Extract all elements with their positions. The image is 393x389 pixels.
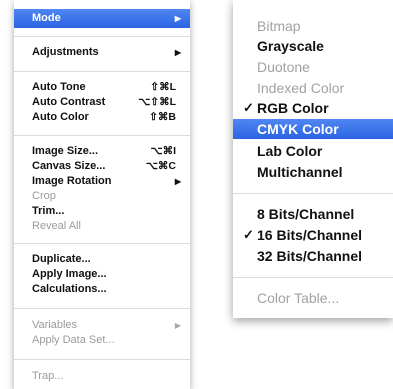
- menu-item-image-rotation[interactable]: Image Rotation ▶: [14, 174, 190, 189]
- menu-item-label: Apply Image...: [32, 268, 107, 280]
- submenu-item-16-bits[interactable]: ✓ 16 Bits/Channel: [233, 225, 393, 245]
- submenu-arrow-icon: ▶: [174, 14, 181, 23]
- menu-separator: [14, 71, 190, 72]
- menu-item-label: Apply Data Set...: [32, 334, 115, 346]
- menu-separator: [14, 359, 190, 360]
- keyboard-shortcut: ⇧⌘L: [150, 81, 176, 93]
- menu-item-label: Auto Contrast: [32, 96, 106, 108]
- submenu-item-grayscale[interactable]: Grayscale: [233, 36, 393, 56]
- submenu-item-rgb-color[interactable]: ✓ RGB Color: [233, 98, 393, 118]
- menu-item-apply-data-set[interactable]: Apply Data Set...: [14, 333, 190, 348]
- menu-item-adjustments[interactable]: Adjustments ▶: [14, 45, 190, 60]
- menu-separator: [233, 277, 393, 278]
- submenu-item-label: Color Table...: [257, 290, 340, 306]
- menu-separator: [14, 308, 190, 309]
- menu-separator: [14, 36, 190, 37]
- menu-item-label: Trap...: [32, 370, 64, 382]
- keyboard-shortcut: ⌥⌘C: [145, 160, 176, 172]
- menu-item-label: Image Size...: [32, 145, 99, 157]
- menu-item-label: Auto Color: [32, 111, 89, 123]
- menu-item-label: Duplicate...: [32, 253, 91, 265]
- checkmark-icon: ✓: [243, 227, 254, 242]
- submenu-item-label: Duotone: [257, 59, 310, 75]
- submenu-item-label: 8 Bits/Channel: [257, 206, 355, 222]
- menu-item-auto-contrast[interactable]: Auto Contrast ⌥⇧⌘L: [14, 95, 190, 110]
- menu-item-label: Trim...: [32, 205, 65, 217]
- submenu-item-cmyk-color[interactable]: CMYK Color: [233, 119, 393, 139]
- submenu-item-label: 32 Bits/Channel: [257, 248, 363, 264]
- menu-item-label: Mode: [32, 12, 61, 24]
- submenu-item-duotone[interactable]: Duotone: [233, 57, 393, 77]
- submenu-item-lab-color[interactable]: Lab Color: [233, 141, 393, 161]
- submenu-item-label: Bitmap: [257, 18, 301, 34]
- submenu-item-label: RGB Color: [257, 100, 329, 116]
- submenu-item-indexed-color[interactable]: Indexed Color: [233, 78, 393, 98]
- submenu-item-label: 16 Bits/Channel: [257, 227, 363, 243]
- checkmark-icon: ✓: [243, 100, 254, 115]
- submenu-item-multichannel[interactable]: Multichannel: [233, 162, 393, 182]
- submenu-item-32-bits[interactable]: 32 Bits/Channel: [233, 246, 393, 266]
- menu-item-auto-tone[interactable]: Auto Tone ⇧⌘L: [14, 80, 190, 95]
- menu-item-trim[interactable]: Trim...: [14, 204, 190, 219]
- menu-item-trap[interactable]: Trap...: [14, 369, 190, 384]
- submenu-item-label: CMYK Color: [257, 121, 339, 137]
- submenu-item-label: Lab Color: [257, 143, 323, 159]
- submenu-item-label: Indexed Color: [257, 80, 345, 96]
- menu-item-label: Variables: [32, 319, 78, 331]
- menu-item-apply-image[interactable]: Apply Image...: [14, 267, 190, 282]
- menu-item-label: Auto Tone: [32, 81, 86, 93]
- menu-separator: [14, 243, 190, 244]
- submenu-item-label: Multichannel: [257, 164, 343, 180]
- submenu-item-label: Grayscale: [257, 38, 324, 54]
- submenu-arrow-icon: ▶: [174, 177, 181, 186]
- menu-item-crop[interactable]: Crop: [14, 189, 190, 204]
- submenu-arrow-icon: ▶: [174, 48, 181, 57]
- mode-submenu: Bitmap Grayscale Duotone Indexed Color ✓…: [233, 0, 393, 318]
- submenu-item-color-table[interactable]: Color Table...: [233, 288, 393, 308]
- menu-item-label: Calculations...: [32, 283, 107, 295]
- menu-item-mode[interactable]: Mode ▶: [14, 9, 190, 28]
- menu-item-auto-color[interactable]: Auto Color ⇧⌘B: [14, 110, 190, 125]
- menu-item-variables[interactable]: Variables ▶: [14, 318, 190, 333]
- menu-item-image-size[interactable]: Image Size... ⌥⌘I: [14, 144, 190, 159]
- menu-item-label: Crop: [32, 190, 56, 202]
- menu-item-duplicate[interactable]: Duplicate...: [14, 252, 190, 267]
- menu-item-calculations[interactable]: Calculations...: [14, 282, 190, 297]
- menu-separator: [233, 193, 393, 194]
- submenu-item-bitmap[interactable]: Bitmap: [233, 16, 393, 36]
- submenu-arrow-icon: ▶: [174, 321, 181, 330]
- submenu-item-8-bits[interactable]: 8 Bits/Channel: [233, 204, 393, 224]
- keyboard-shortcut: ⌥⇧⌘L: [138, 96, 176, 108]
- menu-item-canvas-size[interactable]: Canvas Size... ⌥⌘C: [14, 159, 190, 174]
- menu-item-reveal-all[interactable]: Reveal All: [14, 219, 190, 234]
- keyboard-shortcut: ⌥⌘I: [150, 145, 176, 157]
- menu-item-label: Canvas Size...: [32, 160, 106, 172]
- image-menu: Mode ▶ Adjustments ▶ Auto Tone ⇧⌘L Auto …: [14, 0, 190, 389]
- menu-item-label: Reveal All: [32, 220, 81, 232]
- keyboard-shortcut: ⇧⌘B: [149, 111, 176, 123]
- menu-item-label: Image Rotation: [32, 175, 112, 187]
- menu-item-label: Adjustments: [32, 46, 99, 58]
- menu-separator: [14, 135, 190, 136]
